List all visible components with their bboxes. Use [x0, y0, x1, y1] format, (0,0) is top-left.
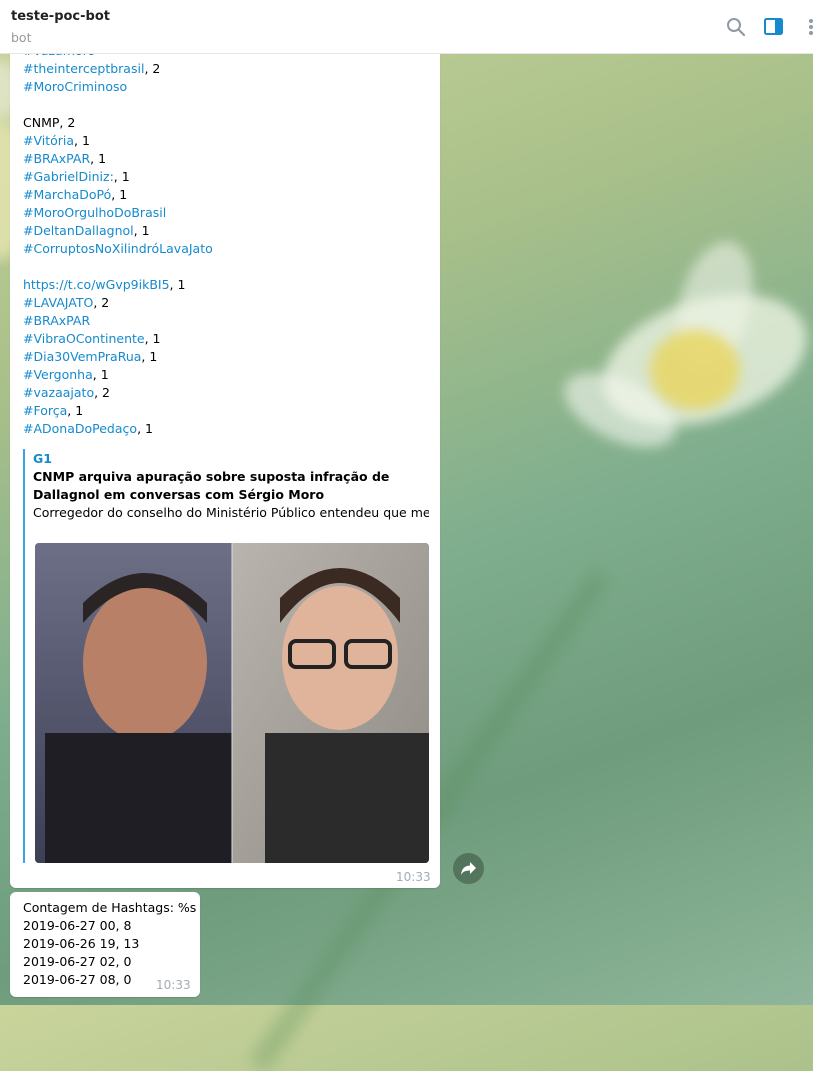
background-flower-center: [650, 330, 740, 410]
hashtag-link[interactable]: #VibraOContinente: [23, 331, 145, 346]
message-text-line: 2019-06-27 02, 0: [23, 954, 132, 969]
hashtag-link[interactable]: #Força: [23, 403, 67, 418]
hashtag-link[interactable]: #Dia30VemPraRua: [23, 349, 141, 364]
hashtag-line: #CorruptosNoXilindróLavaJato: [23, 240, 213, 258]
hashtag-line: #ADonaDoPedaço, 1: [23, 420, 213, 438]
chat-title[interactable]: teste-poc-bot: [11, 9, 110, 24]
hashtag-link[interactable]: #LAVAJATO: [23, 295, 93, 310]
hashtag-count: , 1: [113, 169, 130, 184]
link-preview[interactable]: G1 CNMP arquiva apuração sobre suposta i…: [23, 449, 429, 863]
hashtag-count: , 1: [137, 421, 153, 436]
link-preview-description: Corregedor do conselho do Ministério Púb…: [33, 505, 429, 520]
hashtag-count: , 1: [67, 403, 84, 418]
hashtag-count: , 1: [92, 367, 109, 382]
link-preview-title: CNMP arquiva apuração sobre suposta infr…: [33, 469, 390, 502]
hashtag-link[interactable]: #MoroOrgulhoDoBrasil: [23, 205, 166, 220]
hashtag-link[interactable]: #MoroCriminoso: [23, 79, 127, 94]
hashtag-line: #GabrielDiniz:, 1: [23, 168, 213, 186]
hashtag-line: CNMP, 2: [23, 114, 213, 132]
hashtag-count: , 1: [133, 223, 150, 238]
hashtag-line: [23, 96, 213, 114]
hashtag-link[interactable]: #vazaajato: [23, 385, 94, 400]
hashtag-line: #Força, 1: [23, 402, 213, 420]
message-bubble[interactable]: #vazamoro#theinterceptbrasil, 2#MoroCrim…: [10, 0, 440, 888]
hashtag-line: #Dia30VemPraRua, 1: [23, 348, 213, 366]
message-text-line: 2019-06-26 19, 13: [23, 936, 140, 951]
link-preview-image[interactable]: [35, 543, 429, 863]
message-time: 10:33: [396, 870, 431, 884]
message-text-line: Contagem de Hashtags: %s: [23, 900, 197, 915]
hashtag-line: #theinterceptbrasil, 2: [23, 60, 213, 78]
message-text: Contagem de Hashtags: %s 2019-06-27 00, 8…: [23, 899, 196, 989]
hashtag-count: CNMP, 2: [23, 115, 76, 130]
hashtag-count: , 1: [74, 133, 90, 148]
hashtag-count: , 2: [94, 385, 110, 400]
hashtag-link[interactable]: #Vergonha: [23, 367, 93, 382]
hashtag-line: #Vitória, 1: [23, 132, 213, 150]
chat-header: teste-poc-bot bot: [0, 0, 813, 54]
hashtag-line: #MoroOrgulhoDoBrasil: [23, 204, 213, 222]
hashtag-link[interactable]: #BRAxPAR: [23, 151, 90, 166]
hashtag-count: , 1: [144, 331, 161, 346]
link-preview-site: G1: [33, 451, 52, 466]
hashtag-count: , 2: [93, 295, 110, 310]
hashtag-count: , 1: [90, 151, 107, 166]
hashtag-link[interactable]: #CorruptosNoXilindróLavaJato: [23, 241, 213, 256]
message-time: 10:33: [156, 978, 191, 992]
hashtag-list: #vazamoro#theinterceptbrasil, 2#MoroCrim…: [23, 42, 213, 438]
hashtag-link[interactable]: #Vitória: [23, 133, 74, 148]
hashtag-line: #BRAxPAR, 1: [23, 150, 213, 168]
hashtag-line: #vazaajato, 2: [23, 384, 213, 402]
sidebar-toggle-icon[interactable]: [763, 16, 785, 38]
hashtag-count: , 1: [169, 277, 186, 292]
hashtag-link[interactable]: #MarchaDoPó: [23, 187, 111, 202]
hashtag-link[interactable]: #theinterceptbrasil: [23, 61, 144, 76]
hashtag-line: #MarchaDoPó, 1: [23, 186, 213, 204]
forward-button[interactable]: [453, 853, 484, 884]
hashtag-count: , 1: [141, 349, 158, 364]
hashtag-line: #VibraOContinente, 1: [23, 330, 213, 348]
hashtag-link[interactable]: #BRAxPAR: [23, 313, 90, 328]
hashtag-link[interactable]: #GabrielDiniz:: [23, 169, 114, 184]
hashtag-count: , 2: [144, 61, 161, 76]
message-text-line: 2019-06-27 00, 8: [23, 918, 132, 933]
hashtag-line: #LAVAJATO, 2: [23, 294, 213, 312]
more-vertical-icon[interactable]: [801, 16, 813, 38]
hashtag-line: #DeltanDallagnol, 1: [23, 222, 213, 240]
hashtag-count: , 1: [111, 187, 128, 202]
forward-icon: [461, 862, 476, 875]
chat-subtitle: bot: [11, 30, 32, 45]
hashtag-line: #BRAxPAR: [23, 312, 213, 330]
hashtag-link[interactable]: #ADonaDoPedaço: [23, 421, 137, 436]
hashtag-line: #MoroCriminoso: [23, 78, 213, 96]
link[interactable]: https://t.co/wGvp9ikBI5: [23, 277, 170, 292]
hashtag-link[interactable]: #DeltanDallagnol: [23, 223, 134, 238]
hashtag-line: #Vergonha, 1: [23, 366, 213, 384]
hashtag-line: https://t.co/wGvp9ikBI5, 1: [23, 276, 213, 294]
search-icon[interactable]: [725, 16, 747, 38]
message-bubble[interactable]: Contagem de Hashtags: %s 2019-06-27 00, 8…: [10, 892, 200, 997]
hashtag-line: [23, 258, 213, 276]
